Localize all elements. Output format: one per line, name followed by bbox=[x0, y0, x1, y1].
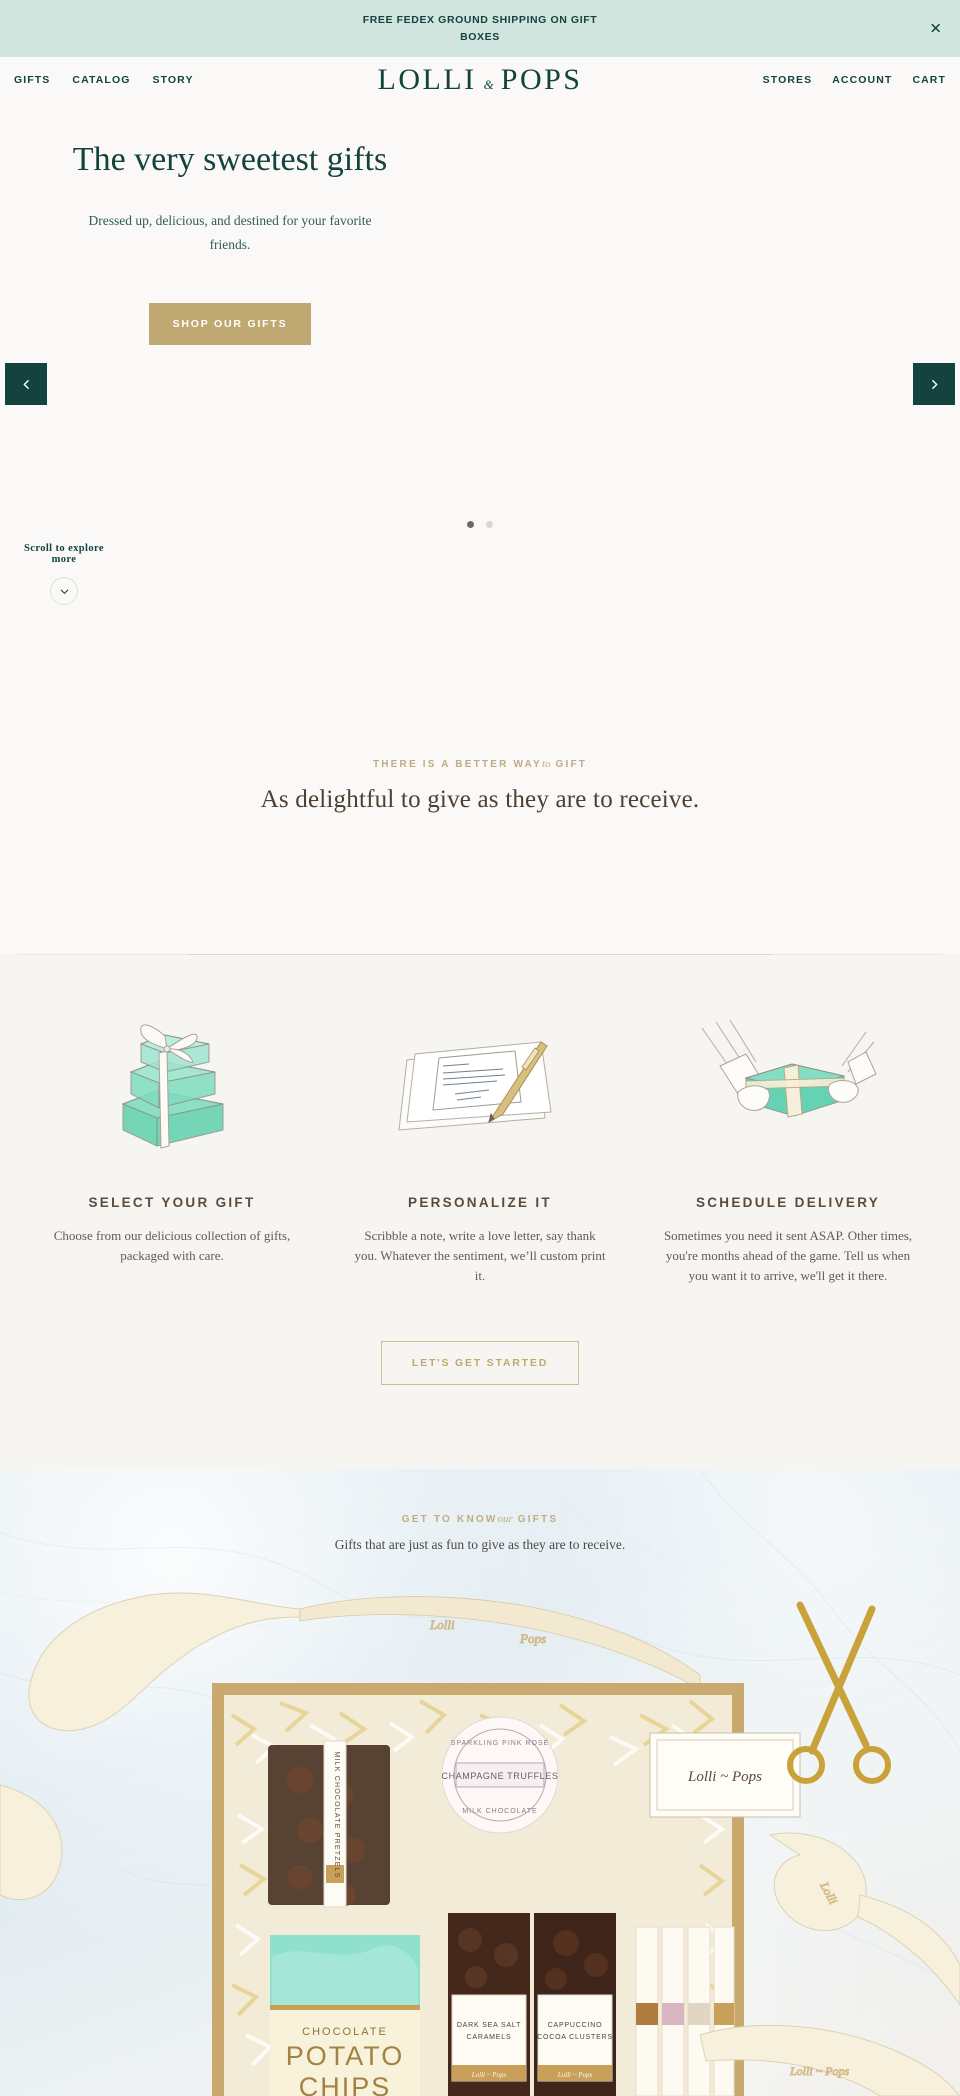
gift-carousel-section: GET TO KNOWour GIFTS Gifts that are just… bbox=[0, 1469, 960, 2096]
chevron-left-icon bbox=[23, 379, 29, 389]
shop-our-gifts-button[interactable]: SHOP OUR GIFTS bbox=[148, 303, 312, 345]
svg-text:Lolli ~ Pops: Lolli ~ Pops bbox=[789, 2064, 849, 2078]
hero-content: The very sweetest gifts Dressed up, deli… bbox=[0, 103, 460, 345]
utility-nav: STORES ACCOUNT CART bbox=[763, 74, 946, 86]
nav-item-catalog[interactable]: CATALOG bbox=[72, 74, 130, 86]
svg-text:CAPPUCCINO: CAPPUCCINO bbox=[548, 2022, 603, 2029]
feature-title: SELECT YOUR GIFT bbox=[88, 1195, 256, 1210]
svg-text:Lolli ~ Pops: Lolli ~ Pops bbox=[471, 2071, 507, 2079]
gifts-eyebrow-before: GET TO KNOW bbox=[401, 1514, 498, 1525]
close-icon[interactable]: ✕ bbox=[929, 21, 942, 36]
how-it-works-section: SELECT YOUR GIFT Choose from our delicio… bbox=[0, 954, 960, 1469]
hero-dot-2[interactable] bbox=[486, 521, 493, 528]
announcement-bar: FREE FEDEX GROUND SHIPPING ON GIFT BOXES… bbox=[0, 0, 960, 57]
logo[interactable]: LOLLI & POPS bbox=[378, 65, 583, 95]
feature-body: Choose from our delicious collection of … bbox=[53, 1228, 291, 1263]
statement-eyebrow: THERE IS A BETTER WAYto GIFT bbox=[0, 758, 960, 770]
svg-text:POTATO: POTATO bbox=[286, 2041, 405, 2071]
svg-text:DARK SEA SALT: DARK SEA SALT bbox=[457, 2022, 521, 2029]
nav-item-story[interactable]: STORY bbox=[152, 74, 193, 86]
nav-item-cart[interactable]: CART bbox=[912, 74, 946, 86]
svg-text:SPARKLING PINK ROSÉ: SPARKLING PINK ROSÉ bbox=[451, 1738, 550, 1747]
hero-next-button[interactable] bbox=[913, 363, 955, 405]
gifts-eyebrow-after: GIFTS bbox=[517, 1514, 559, 1525]
feature-title: PERSONALIZE IT bbox=[408, 1195, 552, 1210]
hero-headline: The very sweetest gifts bbox=[72, 141, 388, 178]
hero-subhead: Dressed up, delicious, and destined for … bbox=[88, 213, 372, 252]
scroll-hint-label: Scroll to explore more bbox=[24, 543, 104, 565]
feature-columns: SELECT YOUR GIFT Choose from our delicio… bbox=[0, 1018, 960, 1286]
svg-text:CHIPS: CHIPS bbox=[299, 2072, 392, 2096]
site-header: GIFTS CATALOG STORY LOLLI & POPS STORES … bbox=[0, 57, 960, 103]
feature-cta-wrap: LET'S GET STARTED bbox=[0, 1341, 960, 1385]
logo-word-lolli: LOLLI bbox=[377, 63, 477, 96]
svg-text:Lolli: Lolli bbox=[429, 1617, 455, 1632]
hero-pagination bbox=[467, 521, 493, 528]
feature-column: PERSONALIZE IT Scribble a note, write a … bbox=[326, 1018, 634, 1286]
value-statement-section: THERE IS A BETTER WAYto GIFT As delightf… bbox=[0, 663, 960, 954]
feature-body: Sometimes you need it sent ASAP. Other t… bbox=[663, 1228, 913, 1283]
svg-text:COCOA CLUSTERS: COCOA CLUSTERS bbox=[537, 2034, 613, 2041]
hero-dot-1[interactable] bbox=[467, 521, 474, 528]
scroll-down-button[interactable] bbox=[50, 577, 78, 605]
gifts-eyebrow-script: our bbox=[497, 1513, 513, 1525]
nav-item-stores[interactable]: STORES bbox=[763, 74, 813, 86]
logo-word-pops: POPS bbox=[500, 63, 583, 96]
statement-headline: As delightful to give as they are to rec… bbox=[260, 786, 700, 813]
svg-text:Lolli ~ Pops: Lolli ~ Pops bbox=[557, 2071, 593, 2079]
stacked-gift-boxes-illustration bbox=[26, 1018, 318, 1163]
hands-delivering-gift-illustration bbox=[642, 1018, 934, 1163]
feature-column: SCHEDULE DELIVERY Sometimes you need it … bbox=[634, 1018, 942, 1286]
svg-text:MILK CHOCOLATE PRETZELS: MILK CHOCOLATE PRETZELS bbox=[333, 1751, 340, 1878]
nav-item-gifts[interactable]: GIFTS bbox=[14, 74, 50, 86]
chevron-down-icon bbox=[60, 589, 68, 594]
scroll-hint: Scroll to explore more bbox=[14, 543, 114, 605]
svg-text:CHAMPAGNE TRUFFLES: CHAMPAGNE TRUFFLES bbox=[442, 1771, 559, 1781]
handwritten-note-illustration bbox=[334, 1018, 626, 1163]
gifts-eyebrow: GET TO KNOWour GIFTS bbox=[0, 1513, 960, 1525]
chevron-right-icon bbox=[931, 379, 937, 389]
feature-column: SELECT YOUR GIFT Choose from our delicio… bbox=[18, 1018, 326, 1286]
svg-text:Lolli ~ Pops: Lolli ~ Pops bbox=[687, 1769, 762, 1785]
gift-box-photo: MILK CHOCOLATE PRETZELS CHAMPAGNE TRUFFL… bbox=[0, 1565, 960, 2096]
announcement-text: FREE FEDEX GROUND SHIPPING ON GIFT BOXES bbox=[362, 13, 598, 43]
statement-eyebrow-before: THERE IS A BETTER WAY bbox=[372, 759, 542, 770]
homepage: FREE FEDEX GROUND SHIPPING ON GIFT BOXES… bbox=[0, 0, 960, 2096]
primary-nav: GIFTS CATALOG STORY bbox=[14, 74, 194, 86]
nav-item-account[interactable]: ACCOUNT bbox=[832, 74, 892, 86]
gift-carousel-header: GET TO KNOWour GIFTS Gifts that are just… bbox=[0, 1469, 960, 1553]
hero-prev-button[interactable] bbox=[5, 363, 47, 405]
statement-eyebrow-after: GIFT bbox=[555, 759, 588, 770]
gifts-subhead: Gifts that are just as fun to give as th… bbox=[334, 1537, 626, 1552]
svg-text:CARAMELS: CARAMELS bbox=[467, 2034, 512, 2041]
section-divider bbox=[18, 954, 942, 955]
svg-text:Pops: Pops bbox=[519, 1631, 546, 1646]
svg-text:MILK CHOCOLATE: MILK CHOCOLATE bbox=[462, 1808, 537, 1815]
logo-ampersand: & bbox=[483, 77, 494, 92]
hero-carousel: The very sweetest gifts Dressed up, deli… bbox=[0, 103, 960, 663]
feature-title: SCHEDULE DELIVERY bbox=[695, 1195, 881, 1210]
feature-body: Scribble a note, write a love letter, sa… bbox=[354, 1228, 606, 1283]
svg-text:CHOCOLATE: CHOCOLATE bbox=[302, 2026, 388, 2038]
statement-eyebrow-script: to bbox=[541, 758, 551, 770]
lets-get-started-button[interactable]: LET'S GET STARTED bbox=[380, 1341, 580, 1385]
